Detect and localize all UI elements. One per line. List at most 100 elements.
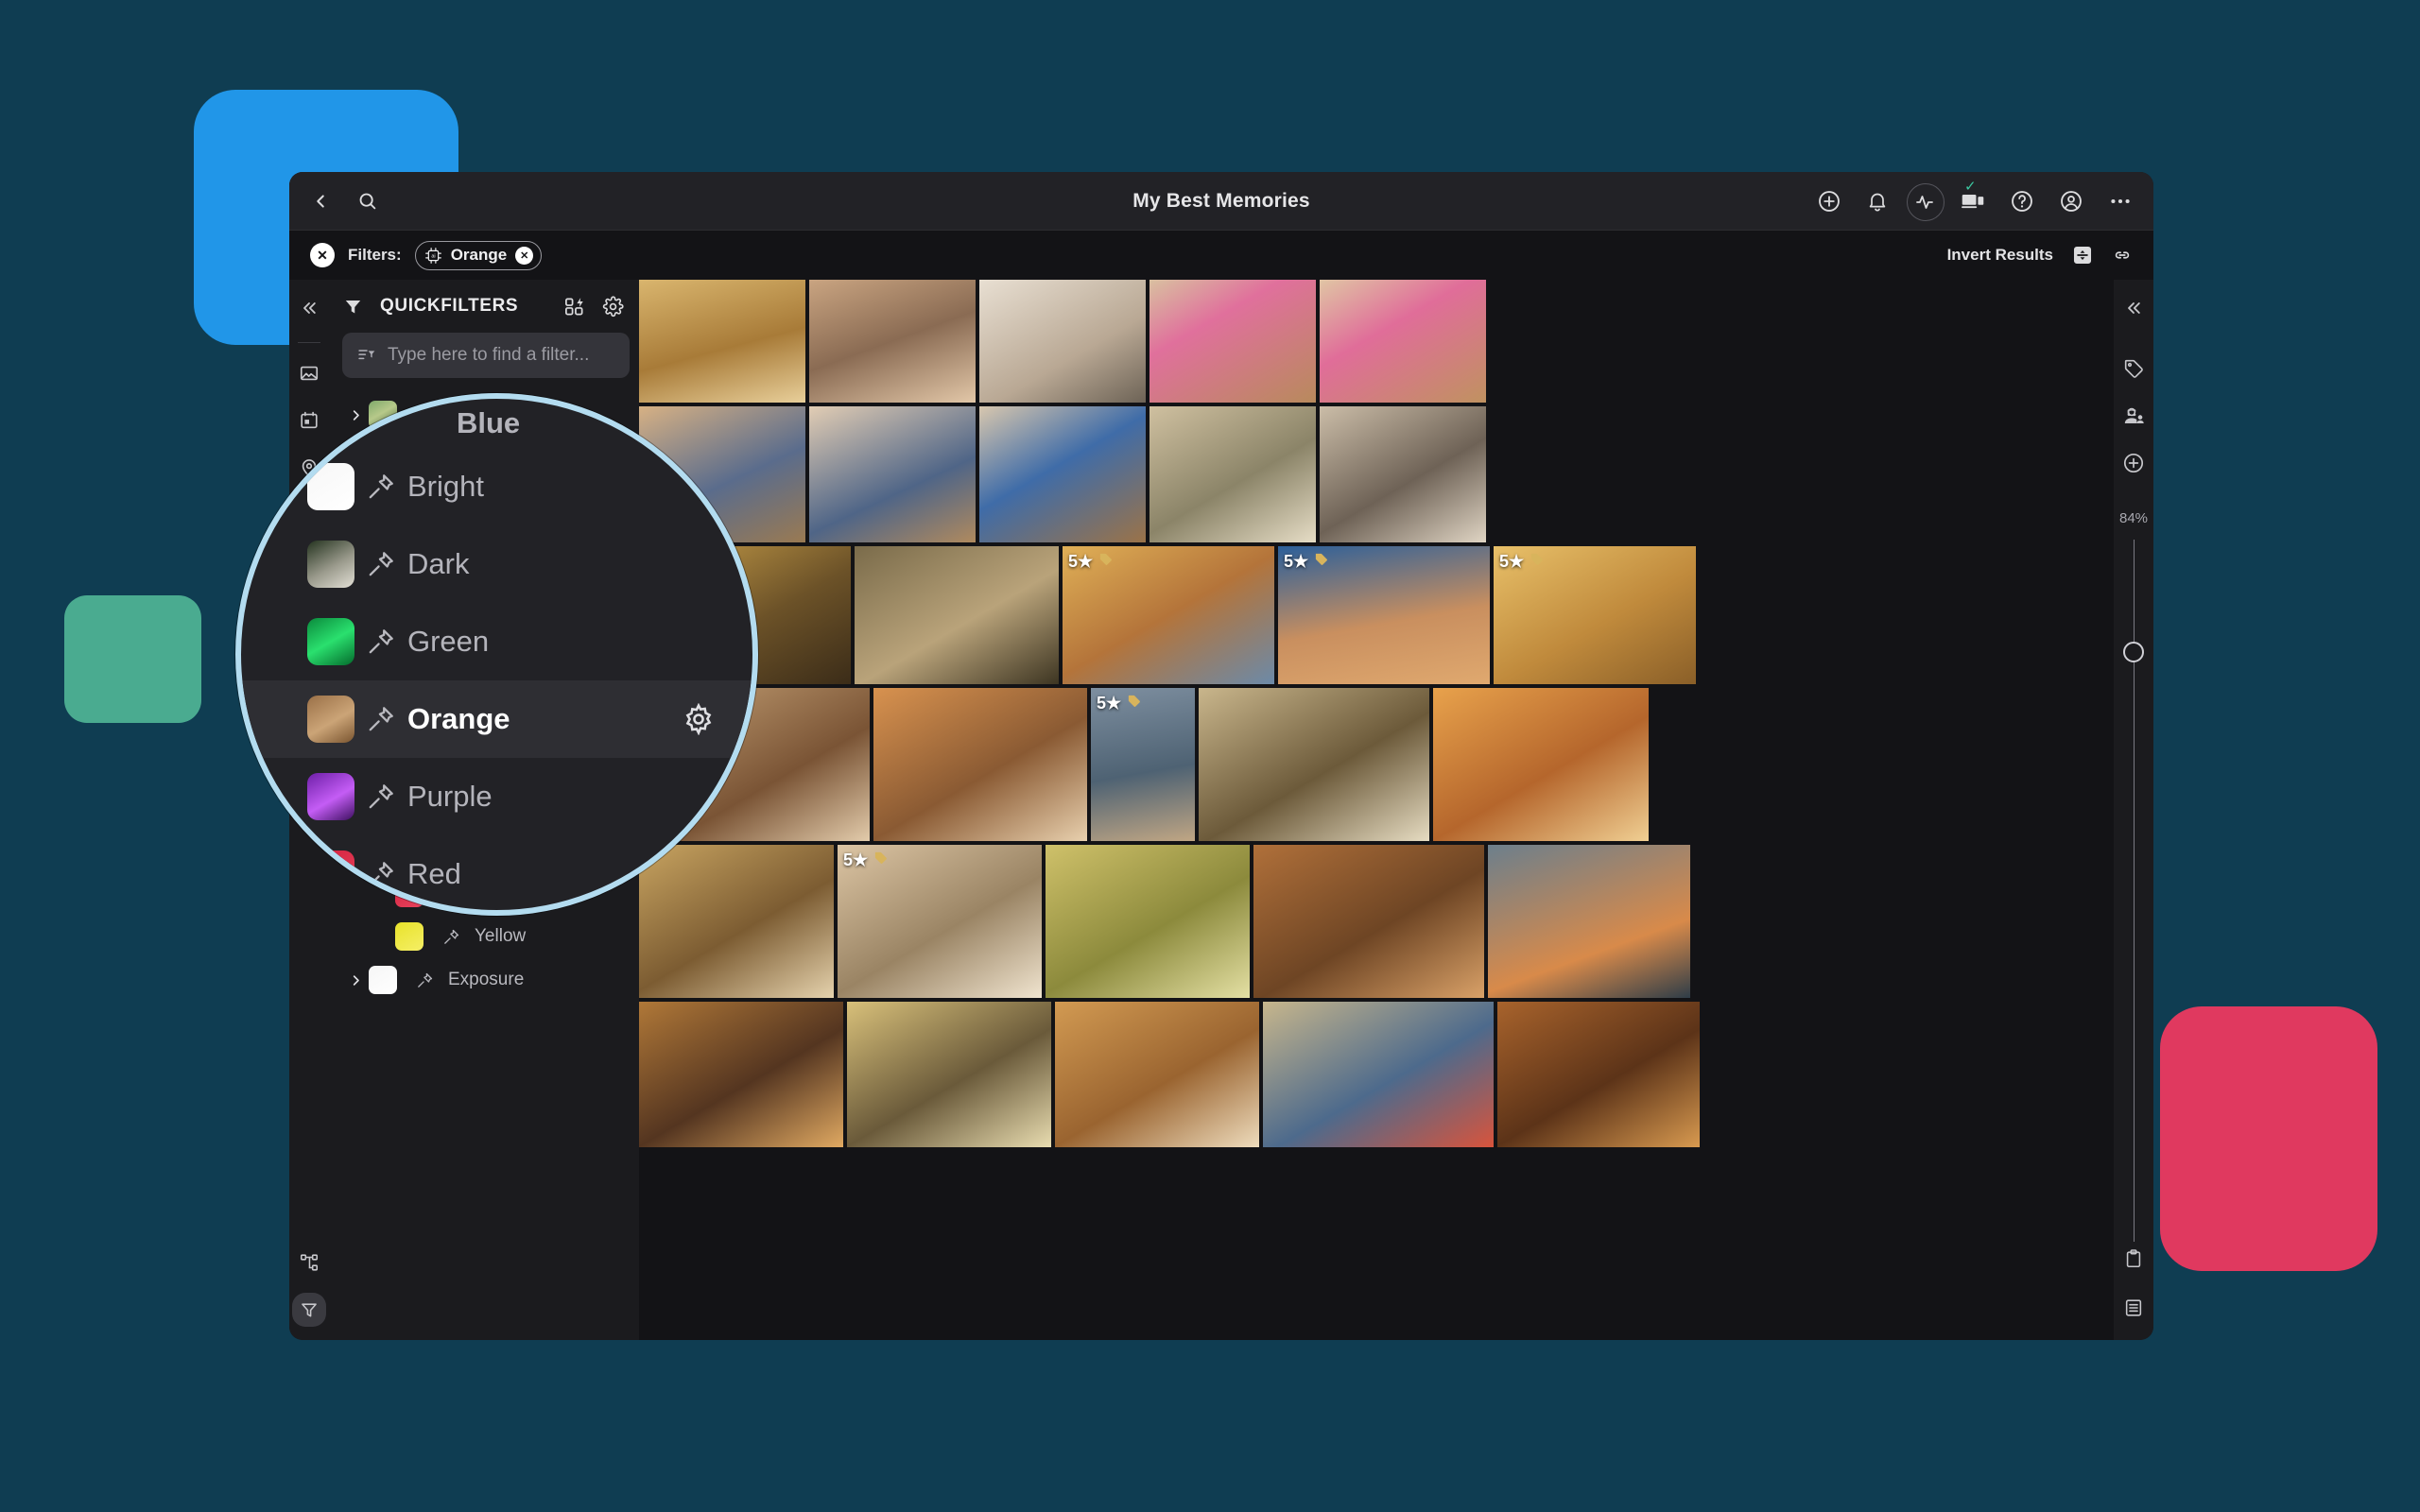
quickfilters-title: QUICKFILTERS — [380, 296, 519, 316]
photo-soldiers-field[interactable] — [1150, 406, 1316, 542]
photo-yellow-stairs[interactable]: 5★ — [1494, 546, 1696, 684]
photo-grid-row — [639, 280, 2114, 403]
add-circle-icon[interactable] — [1817, 189, 1841, 214]
pin-icon[interactable] — [354, 472, 407, 502]
photo-horse-autumn[interactable] — [639, 845, 834, 998]
zoom-slider-handle[interactable] — [2123, 642, 2144, 662]
sidebar-item-photos[interactable] — [292, 356, 326, 390]
filter-chip-remove-button[interactable]: ✕ — [515, 246, 534, 265]
sidebar-item-hierarchy[interactable] — [292, 1246, 326, 1280]
filter-search-input[interactable]: Type here to find a filter... — [342, 333, 630, 378]
gear-icon[interactable] — [602, 295, 624, 318]
clear-filters-button[interactable]: ✕ — [310, 243, 335, 267]
pin-icon[interactable] — [437, 928, 465, 946]
photo-sunset-field[interactable] — [1488, 845, 1690, 998]
magnified-filter-label: Dark — [407, 547, 470, 580]
rating-value: 5★ — [843, 850, 869, 869]
grid-lightning-icon[interactable] — [563, 296, 585, 318]
activity-pulse-icon[interactable]: ✓ — [1907, 180, 1977, 221]
decorative-green-square — [64, 595, 201, 723]
photo-yoga-dog-2[interactable] — [809, 406, 976, 542]
left-rail-collapse-icon[interactable] — [292, 291, 326, 325]
filter-chip-orange[interactable]: ai Orange ✕ — [414, 240, 543, 270]
help-circle-icon[interactable] — [2010, 189, 2034, 214]
photo-man-baby[interactable] — [1320, 406, 1486, 542]
rating-value: 5★ — [1068, 552, 1094, 571]
rating-badge: 5★ — [1284, 552, 1329, 572]
right-rail-list[interactable] — [2117, 1291, 2151, 1325]
filters-label: Filters: — [348, 246, 402, 264]
gear-icon[interactable] — [683, 703, 715, 735]
photo-child-dog[interactable] — [979, 406, 1146, 542]
photo-market-stall[interactable] — [639, 1002, 843, 1147]
chevron-right-icon[interactable] — [342, 973, 369, 988]
pin-icon[interactable] — [354, 549, 407, 579]
tag-icon — [1530, 552, 1545, 572]
photo-coastal-town[interactable]: 5★ — [1063, 546, 1274, 684]
magnified-filter-row[interactable]: Green — [241, 603, 752, 680]
invert-vertical-icon[interactable] — [2072, 245, 2093, 266]
sidebar-item-calendar[interactable] — [292, 404, 326, 438]
right-navigation-rail: 84% — [2114, 280, 2153, 1340]
right-rail-add[interactable] — [2117, 446, 2151, 480]
pin-icon[interactable] — [354, 704, 407, 734]
zoom-slider-track[interactable] — [2123, 540, 2144, 1242]
rating-badge: 5★ — [1068, 552, 1114, 572]
filter-thumbnail — [369, 966, 397, 994]
photo-copper-pots[interactable] — [1253, 845, 1484, 998]
right-rail-tags[interactable] — [2117, 352, 2151, 386]
photo-cliff-sea[interactable]: 5★ — [1091, 688, 1195, 841]
photo-woman-dog-sofa[interactable]: 5★ — [838, 845, 1042, 998]
clear-filters-glyph: ✕ — [317, 247, 328, 263]
right-rail-faces[interactable] — [2117, 399, 2151, 433]
photo-pastries[interactable] — [1055, 1002, 1259, 1147]
magnified-filter-row[interactable]: Purple — [241, 758, 752, 835]
photo-chimney-cakes[interactable] — [847, 1002, 1051, 1147]
filter-funnel-icon — [337, 297, 369, 317]
filter-thumbnail — [307, 773, 354, 820]
filter-tree-row[interactable]: Yellow — [329, 915, 639, 958]
pin-icon[interactable] — [354, 627, 407, 657]
photo-corn[interactable] — [1046, 845, 1250, 998]
chevron-right-icon[interactable] — [342, 408, 369, 422]
photo-couple-elderly[interactable] — [873, 688, 1087, 841]
magnified-filter-label: Purple — [407, 780, 493, 813]
photo-scout-banner[interactable] — [1263, 1002, 1494, 1147]
magnified-filter-row[interactable]: Dark — [241, 525, 752, 603]
photo-slot-canyon[interactable] — [1497, 1002, 1700, 1147]
tag-icon — [1127, 694, 1142, 713]
rating-badge: 5★ — [1499, 552, 1545, 572]
sidebar-item-filters[interactable] — [292, 1293, 326, 1327]
photo-puppy-hay[interactable] — [639, 280, 805, 403]
bell-icon[interactable] — [1866, 190, 1889, 213]
photo-bedroom-dog-pink-2[interactable] — [1320, 280, 1486, 403]
photo-bedroom-dog-pink[interactable] — [1150, 280, 1316, 403]
account-circle-icon[interactable] — [2059, 189, 2083, 214]
filter-thumbnail — [307, 696, 354, 743]
photo-blue-house[interactable]: 5★ — [1278, 546, 1490, 684]
pin-icon[interactable] — [410, 971, 439, 989]
rating-value: 5★ — [1499, 552, 1525, 571]
zoom-slider[interactable]: 84% — [2114, 510, 2153, 1242]
tag-icon — [1314, 552, 1329, 572]
photo-horse-rider[interactable] — [855, 546, 1059, 684]
filter-bar: ✕ Filters: ai Orange ✕ Invert Results — [289, 231, 2153, 280]
photo-family-sunset[interactable] — [1433, 688, 1649, 841]
magnified-filter-row[interactable]: Orange — [241, 680, 752, 758]
search-icon[interactable] — [357, 191, 377, 211]
invert-results-label[interactable]: Invert Results — [1947, 246, 2053, 265]
magnified-filter-label: Bright — [407, 470, 484, 503]
photo-grid[interactable]: 5★ 5★ 5★ 5★ 5★ — [639, 280, 2114, 1340]
right-rail-collapse-icon[interactable] — [2117, 291, 2151, 325]
photo-woman-shadows[interactable] — [979, 280, 1146, 403]
right-rail-clipboard[interactable] — [2117, 1242, 2151, 1276]
photo-picnic-grapes[interactable] — [1199, 688, 1429, 841]
magnifier-rows[interactable]: Bright Dark Green Orange Purple Red — [241, 399, 752, 910]
link-icon[interactable] — [2112, 245, 2133, 266]
pin-icon[interactable] — [354, 782, 407, 812]
photo-grid-row: 5★ — [639, 845, 2114, 998]
more-horizontal-icon[interactable] — [2108, 189, 2133, 214]
back-chevron-left-icon[interactable] — [310, 191, 331, 212]
photo-autumn-street[interactable] — [809, 280, 976, 403]
filter-tree-row[interactable]: Exposure — [329, 958, 639, 1002]
